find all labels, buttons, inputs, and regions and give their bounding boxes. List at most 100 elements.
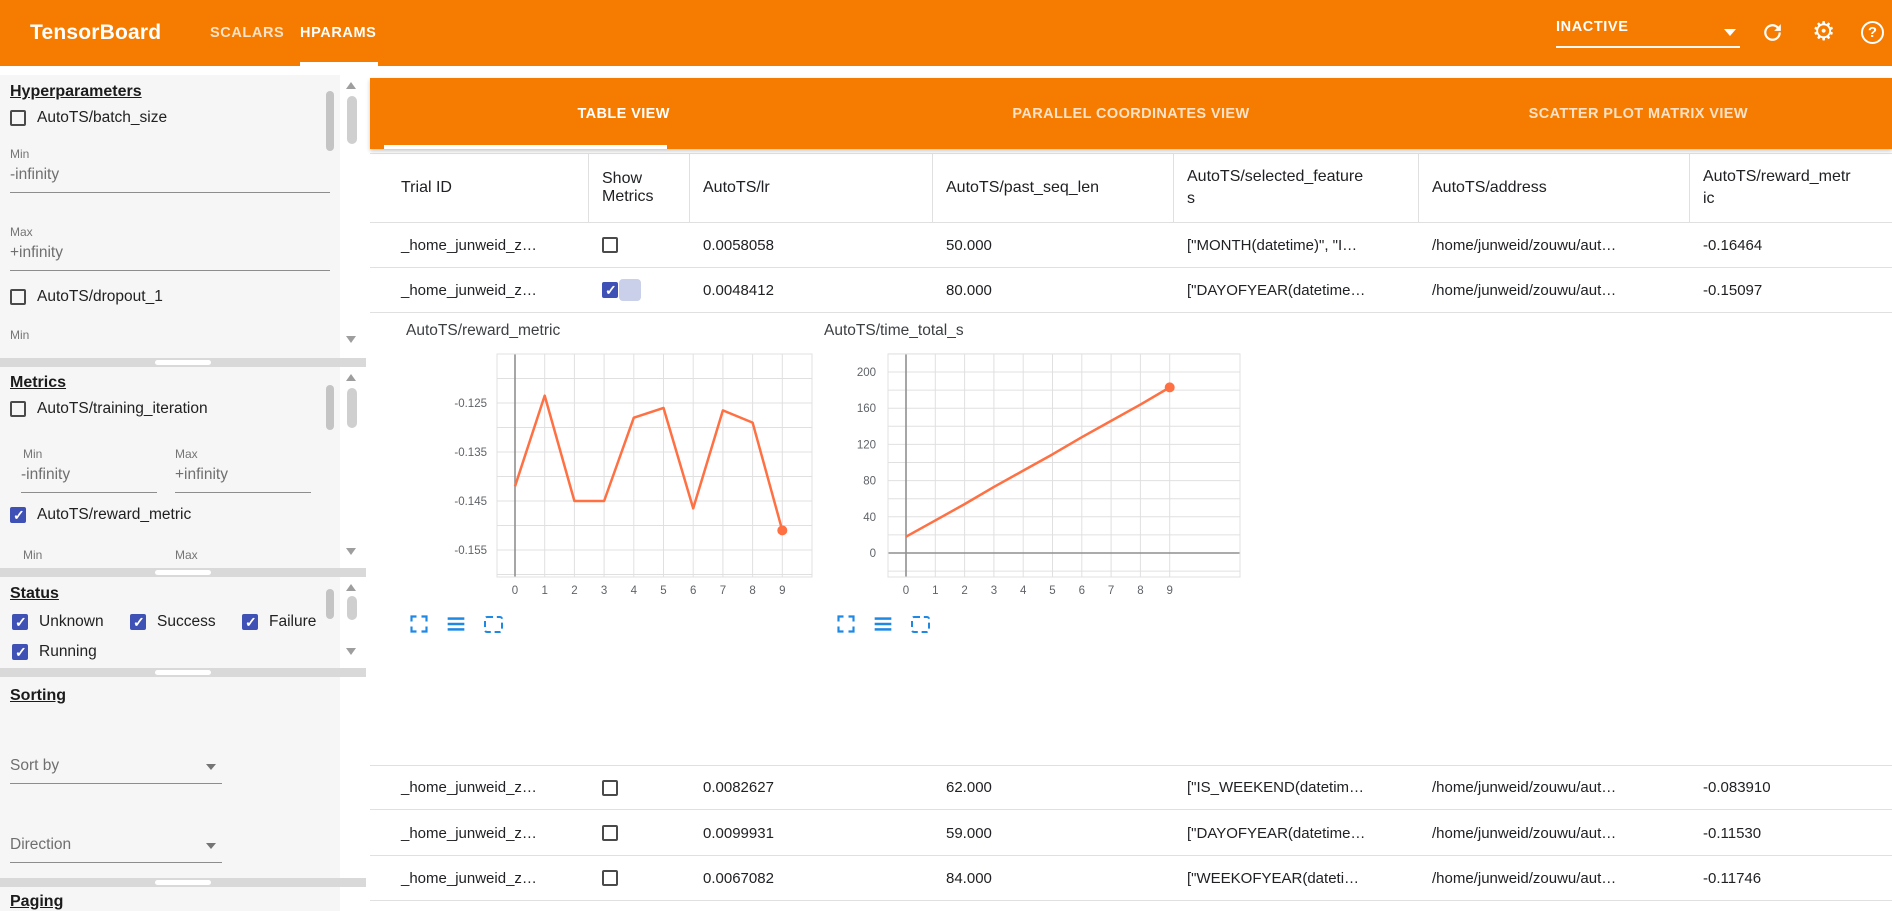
cell-past-seq-len: 50.000: [933, 237, 1174, 254]
chart-toolbar: [408, 613, 504, 635]
tab-parallel-coordinates-view[interactable]: PARALLEL COORDINATES VIEW: [877, 78, 1384, 149]
max-field-input[interactable]: +infinity: [10, 244, 330, 271]
column-header-trial-id[interactable]: Trial ID: [370, 154, 589, 222]
metric-label-reward-metric: AutoTS/reward_metric: [37, 506, 191, 524]
cell-address: /home/junweid/zouwu/aut…: [1419, 870, 1690, 887]
show-metrics-checkbox[interactable]: [602, 825, 618, 841]
checkbox-status-unknown[interactable]: [12, 614, 28, 630]
checkbox-status-failure[interactable]: [242, 614, 258, 630]
cell-past-seq-len: 80.000: [933, 282, 1174, 299]
cell-selected-features: ["MONTH(datetime)", "I…: [1174, 237, 1419, 254]
scrollbar-thumb[interactable]: [347, 596, 357, 620]
checkbox-status-success[interactable]: [130, 614, 146, 630]
checkbox-training-iteration[interactable]: [10, 401, 26, 417]
svg-text:5: 5: [660, 585, 666, 597]
column-header-address[interactable]: AutoTS/address: [1419, 154, 1690, 222]
tab-hparams[interactable]: HPARAMS: [300, 0, 376, 66]
checkbox-reward-metric[interactable]: [10, 507, 26, 523]
column-header-show-metrics[interactable]: Show Metrics: [589, 154, 690, 222]
reward-metric-line-chart: 0123456789-0.125-0.135-0.145-0.155: [455, 341, 825, 616]
scrollbar-thumb[interactable]: [347, 96, 357, 144]
scroll-up-arrow-icon[interactable]: [346, 374, 356, 381]
tab-scatter-plot-matrix-view[interactable]: SCATTER PLOT MATRIX VIEW: [1385, 78, 1892, 149]
refresh-icon[interactable]: [1760, 20, 1785, 50]
section-title-sorting: Sorting: [10, 687, 66, 705]
max-field-label: Max: [175, 548, 198, 562]
max-field-input[interactable]: +infinity: [175, 466, 311, 493]
table-row[interactable]: _home_junweid_z… 0.0082627 62.000 ["IS_W…: [370, 765, 1892, 810]
svg-text:-0.155: -0.155: [454, 545, 487, 557]
column-header-lr[interactable]: AutoTS/lr: [690, 154, 933, 222]
sidebar-section-status: Status Unknown Success Failure Running: [0, 577, 340, 668]
checkbox-batch-size[interactable]: [10, 110, 26, 126]
tab-scalars[interactable]: SCALARS: [210, 0, 284, 66]
sort-by-select[interactable]: Sort by: [10, 757, 222, 784]
tab-table-view[interactable]: TABLE VIEW: [370, 78, 877, 149]
table-row[interactable]: _home_junweid_z… 0.0099931 59.000 ["DAYO…: [370, 811, 1892, 856]
show-metrics-checkbox[interactable]: [602, 870, 618, 886]
column-header-reward-metric[interactable]: AutoTS/reward_metric: [1690, 154, 1892, 222]
section-resize-divider: [0, 568, 366, 577]
dropdown-underline: [1556, 46, 1740, 48]
sidebar-section-hyperparameters: Hyperparameters AutoTS/batch_size Min -i…: [0, 75, 340, 358]
svg-text:7: 7: [720, 585, 726, 597]
resize-handle[interactable]: [155, 360, 211, 365]
tensorboard-app: TensorBoard SCALARS HPARAMS INACTIVE ⚙ ?…: [0, 0, 1892, 911]
view-data-list-icon[interactable]: [445, 613, 467, 635]
selection-zoom-icon[interactable]: [482, 613, 504, 635]
scroll-down-arrow-icon[interactable]: [346, 548, 356, 555]
settings-gear-icon[interactable]: ⚙: [1812, 18, 1835, 44]
status-label-running: Running: [39, 643, 97, 661]
section-scrollbar-thumb[interactable]: [326, 91, 334, 151]
section-title-hyperparameters: Hyperparameters: [10, 83, 142, 101]
run-status-value: INACTIVE: [1556, 19, 1628, 35]
table-row[interactable]: _home_junweid_z… 0.0058058 50.000 ["MONT…: [370, 223, 1892, 268]
cell-address: /home/junweid/zouwu/aut…: [1419, 237, 1690, 254]
cell-reward-metric: -0.11530: [1690, 825, 1892, 842]
min-field-label: Min: [23, 447, 42, 461]
expand-chart-icon[interactable]: [408, 613, 430, 635]
show-metrics-checkbox[interactable]: [602, 780, 618, 796]
section-scrollbar-thumb[interactable]: [326, 589, 334, 619]
cell-trial-id: _home_junweid_z…: [370, 825, 589, 842]
svg-text:40: 40: [863, 512, 876, 524]
section-scrollbar-thumb[interactable]: [326, 385, 334, 430]
cell-lr: 0.0099931: [690, 825, 933, 842]
min-field-input[interactable]: -infinity: [10, 166, 330, 193]
show-metrics-checkbox[interactable]: [602, 282, 618, 298]
svg-text:0: 0: [903, 585, 909, 597]
chart-title-time-total-s: AutoTS/time_total_s: [824, 322, 964, 340]
min-field-input[interactable]: -infinity: [21, 466, 157, 493]
checkbox-status-running[interactable]: [12, 644, 28, 660]
column-header-selected-features[interactable]: AutoTS/selected_features: [1174, 154, 1419, 222]
scrollbar-thumb[interactable]: [347, 388, 357, 428]
view-data-list-icon[interactable]: [872, 613, 894, 635]
scroll-up-arrow-icon[interactable]: [346, 82, 356, 89]
table-row[interactable]: _home_junweid_z… 0.0048412 80.000 ["DAYO…: [370, 268, 1892, 313]
scroll-down-arrow-icon[interactable]: [346, 648, 356, 655]
svg-text:80: 80: [863, 476, 876, 488]
resize-handle[interactable]: [155, 880, 211, 885]
svg-text:200: 200: [857, 367, 876, 379]
cell-show-metrics: [589, 870, 690, 886]
column-header-past-seq-len[interactable]: AutoTS/past_seq_len: [933, 154, 1174, 222]
min-field-label: Min: [23, 548, 42, 562]
show-metrics-checkbox[interactable]: [602, 237, 618, 253]
resize-handle[interactable]: [155, 570, 211, 575]
cell-lr: 0.0067082: [690, 870, 933, 887]
resize-handle[interactable]: [155, 670, 211, 675]
cell-show-metrics: [589, 279, 690, 301]
cell-lr: 0.0048412: [690, 282, 933, 299]
direction-select[interactable]: Direction: [10, 836, 222, 863]
scroll-up-arrow-icon[interactable]: [346, 584, 356, 591]
expand-chart-icon[interactable]: [835, 613, 857, 635]
svg-text:3: 3: [991, 585, 997, 597]
scroll-down-arrow-icon[interactable]: [346, 336, 356, 343]
help-icon[interactable]: ?: [1861, 21, 1884, 44]
selection-zoom-icon[interactable]: [909, 613, 931, 635]
checkbox-dropout-1[interactable]: [10, 289, 26, 305]
table-row[interactable]: _home_junweid_z… 0.0067082 84.000 ["WEEK…: [370, 856, 1892, 901]
cell-reward-metric: -0.11746: [1690, 870, 1892, 887]
svg-text:2: 2: [961, 585, 967, 597]
run-status-dropdown[interactable]: INACTIVE: [1556, 0, 1748, 66]
